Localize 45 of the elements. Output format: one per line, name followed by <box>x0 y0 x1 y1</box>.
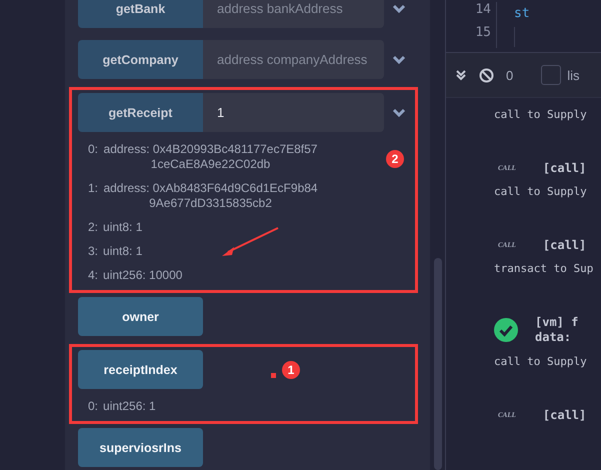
log-message: transact to Sup <box>494 262 594 275</box>
argument-field[interactable]: 1 <box>203 93 384 132</box>
filter-checkbox[interactable] <box>541 65 562 85</box>
output-index: 0: <box>88 142 98 158</box>
output-index: 0: <box>88 399 98 414</box>
code-text: st <box>513 6 530 21</box>
block-icon[interactable] <box>479 68 494 82</box>
output-index: 2: <box>88 220 98 235</box>
function-button[interactable]: owner <box>78 297 203 336</box>
chevron-down-icon[interactable] <box>392 4 406 14</box>
scrollbar-thumb[interactable] <box>434 258 442 470</box>
line-number: 15 <box>474 25 491 40</box>
log-header: [vm] f data: <box>535 315 578 345</box>
function-button[interactable]: getCompany <box>78 40 203 79</box>
output-value: address: 0xAb8483F64d9C6d1EcF9b849Ae677dD3315835cb2 <box>103 181 318 211</box>
argument-field[interactable]: address bankAddress <box>203 0 384 28</box>
output-value: uint8: 1 <box>103 220 142 235</box>
output-value: uint256: 1 <box>103 399 156 414</box>
log-message: call to Supply <box>494 185 588 198</box>
output-index: 4: <box>88 268 98 283</box>
annotation-badge: 2 <box>386 150 404 168</box>
log-header: [call] <box>542 161 586 175</box>
function-button[interactable]: superviosrIns <box>78 428 203 467</box>
chevron-down-icon[interactable] <box>392 108 406 118</box>
annotation-badge: 1 <box>282 361 300 379</box>
log-header: [call] <box>542 238 586 252</box>
output-index: 3: <box>88 244 98 259</box>
annotation-arrow <box>220 226 280 258</box>
function-button[interactable]: receiptIndex <box>78 350 203 389</box>
pending-count: 0 <box>506 68 514 82</box>
log-message: call to Supply <box>494 355 588 368</box>
function-button[interactable]: getBank <box>78 0 203 28</box>
line-number: 14 <box>474 2 491 17</box>
function-button[interactable]: getReceipt <box>78 93 203 132</box>
filter-label: lis <box>567 68 580 82</box>
check-circle-icon <box>494 318 518 342</box>
output-index: 1: <box>88 181 98 197</box>
output-value: uint8: 1 <box>103 244 142 259</box>
argument-field[interactable]: address companyAddress <box>203 40 384 79</box>
double-chevron-down-icon[interactable] <box>455 69 467 81</box>
output-value: address: 0x4B20993Bc481177ec7E8f571ceCaE8A9e22C02db <box>103 142 318 172</box>
log-header: [call] <box>542 408 586 422</box>
chevron-down-icon[interactable] <box>392 54 406 64</box>
output-value: uint256: 10000 <box>103 268 182 283</box>
log-message: call to Supply <box>494 108 588 121</box>
